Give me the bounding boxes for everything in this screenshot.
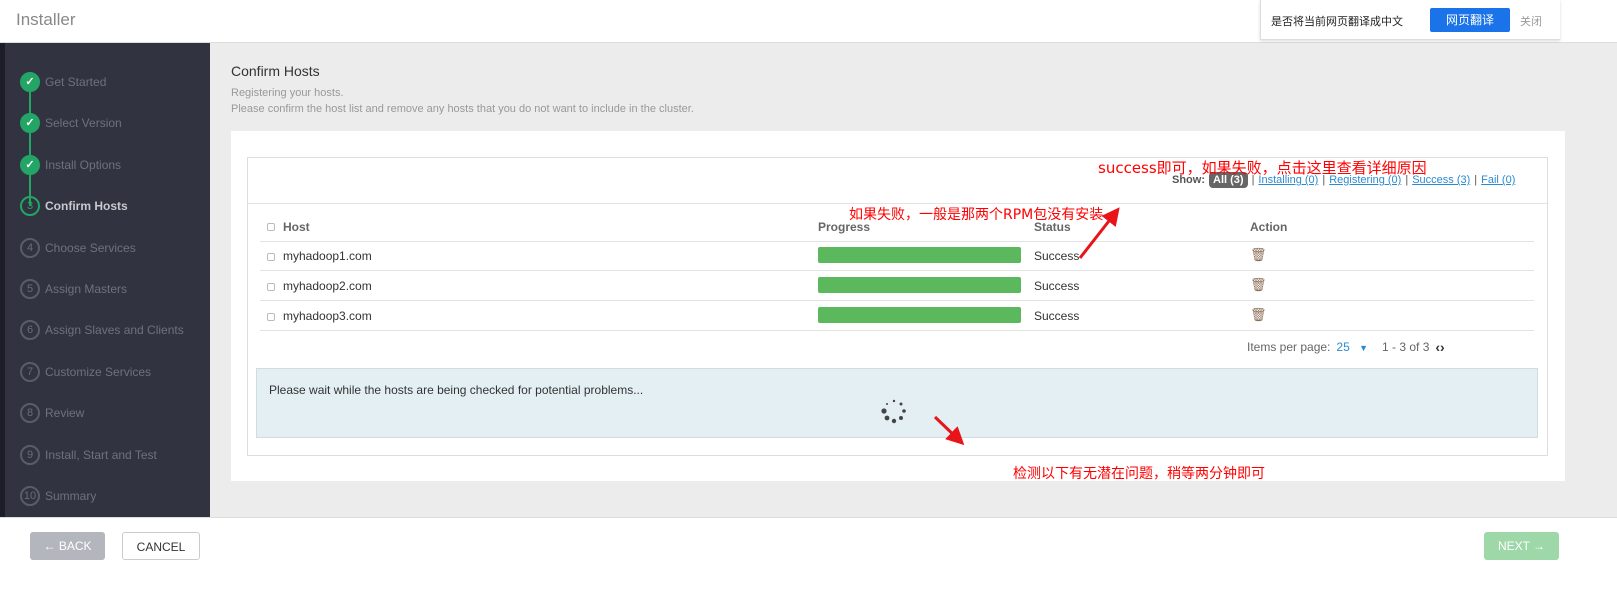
subtitle: Registering your hosts. [231, 87, 344, 99]
step-label: Get Started [45, 75, 107, 89]
col-host[interactable]: Host [283, 220, 310, 234]
check-icon: ✓ [20, 113, 40, 134]
annotation-fail-rpm: 如果失败，一般是那两个RPM包没有安装 [849, 207, 1104, 223]
sidebar-step: ✓ Get Started [20, 72, 106, 92]
items-per-page-label: Items per page: [1247, 340, 1331, 354]
trash-icon[interactable]: 🗑 [1250, 247, 1267, 263]
row-checkbox[interactable] [267, 283, 275, 291]
step-label: Install, Start and Test [45, 447, 157, 462]
host-status: Success [1034, 249, 1080, 263]
step-number: 10 [20, 486, 40, 506]
translate-button[interactable]: 网页翻译 [1430, 8, 1510, 32]
sidebar-step: ✓ Select Version [20, 113, 122, 134]
step-number: 7 [20, 361, 40, 382]
step-label: Assign Slaves and Clients [45, 323, 184, 338]
next-button[interactable]: NEXT → [1484, 532, 1559, 560]
cancel-button[interactable]: CANCEL [122, 532, 200, 560]
step-label: Select Version [45, 116, 122, 131]
step-label: Install Options [45, 157, 122, 172]
progress-bar [818, 307, 1021, 323]
step-number: 3 [20, 196, 40, 217]
check-message: Please wait while the hosts are being ch… [269, 383, 644, 397]
check-icon: ✓ [20, 154, 40, 175]
sidebar-step: 10 Summary [20, 486, 96, 506]
translate-bar: 是否将当前网页翻译成中文 网页翻译 关闭 [1260, 0, 1560, 40]
progress-track [818, 247, 1021, 263]
progress-track [818, 277, 1021, 293]
row-checkbox[interactable] [267, 313, 275, 321]
host-name: myhadoop3.com [283, 309, 372, 323]
sidebar-step: 4 Choose Services [20, 237, 136, 258]
progress-bar [818, 247, 1021, 263]
sidebar-step: 9 Install, Start and Test [20, 444, 157, 465]
host-name: myhadoop2.com [283, 279, 372, 293]
select-all-checkbox[interactable] [267, 223, 275, 231]
row-divider [260, 330, 1534, 331]
step-label: Choose Services [45, 240, 136, 255]
translate-question: 是否将当前网页翻译成中文 [1271, 16, 1403, 28]
back-button[interactable]: ← BACK [30, 532, 105, 560]
check-icon: ✓ [20, 72, 40, 92]
translate-close[interactable]: 关闭 [1520, 13, 1542, 29]
step-label: Customize Services [45, 364, 152, 379]
spinner-icon [881, 399, 906, 424]
sidebar-step: 5 Assign Masters [20, 279, 127, 299]
step-number: 4 [20, 237, 40, 258]
sidebar-step: 3 Confirm Hosts [20, 196, 128, 217]
sidebar-step: 7 Customize Services [20, 361, 152, 382]
host-status: Success [1034, 279, 1080, 293]
annotation-check: 检测以下有无潜在问题，稍等两分钟即可 [1013, 466, 1265, 482]
step-label: Assign Masters [45, 282, 128, 296]
sidebar-step: ✓ Install Options [20, 154, 122, 175]
trash-icon[interactable]: 🗑 [1250, 307, 1267, 323]
progress-bar [818, 277, 1021, 293]
per-page-value[interactable]: 25 [1336, 340, 1349, 354]
per-page-select[interactable]: 25 ▼ [1336, 340, 1368, 354]
caret-down-icon: ▼ [1359, 343, 1369, 353]
step-label: Summary [45, 489, 97, 503]
row-divider [260, 270, 1534, 271]
row-checkbox[interactable] [267, 253, 275, 261]
step-number: 6 [20, 320, 40, 341]
footer: ← BACK CANCEL NEXT → [0, 517, 1617, 590]
page-range: 1 - 3 of 3 [1382, 340, 1430, 354]
step-label: Review [45, 406, 85, 421]
host-check-panel: Please wait while the hosts are being ch… [256, 368, 1538, 438]
trash-icon[interactable]: 🗑 [1250, 277, 1267, 293]
step-number: 9 [20, 444, 40, 465]
filter-fail[interactable]: Fail (0) [1481, 174, 1515, 186]
step-number: 5 [20, 279, 40, 299]
step-number: 8 [20, 403, 40, 424]
page-prev-next-icons[interactable]: ‹› [1435, 339, 1444, 355]
col-action: Action [1250, 220, 1288, 234]
pagination: Items per page: 25 ▼ 1 - 3 of 3 ‹› [1247, 339, 1445, 355]
step-label: Confirm Hosts [45, 199, 128, 214]
page-title: Confirm Hosts [231, 63, 320, 79]
annotation-success: success即可，如果失败，点击这里查看详细原因 [1098, 159, 1427, 177]
host-status: Success [1034, 309, 1080, 323]
row-divider [260, 300, 1534, 301]
progress-track [818, 307, 1021, 323]
sidebar-step: 6 Assign Slaves and Clients [20, 320, 184, 341]
sidebar-step: 8 Review [20, 403, 85, 424]
app-title: Installer [16, 10, 76, 29]
subtitle-2: Please confirm the host list and remove … [231, 103, 694, 115]
progress-line [29, 82, 31, 206]
host-name: myhadoop1.com [283, 249, 372, 263]
